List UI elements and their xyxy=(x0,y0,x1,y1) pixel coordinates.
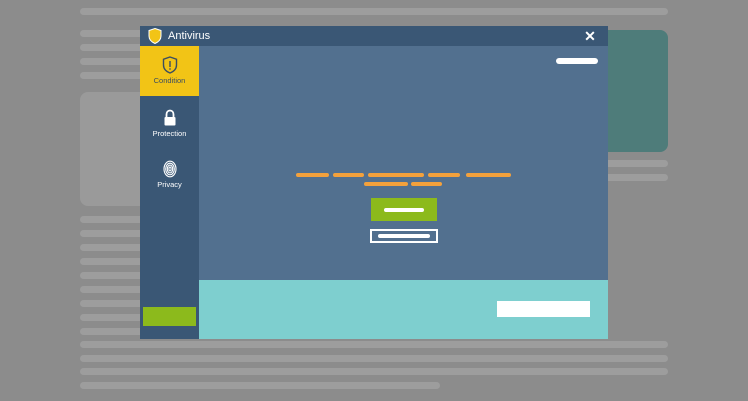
background-text-line xyxy=(80,8,668,15)
bottom-panel xyxy=(199,280,608,339)
message-text-placeholder xyxy=(411,182,442,186)
antivirus-window: Antivirus ✕ Condition Protection Privacy xyxy=(140,26,608,339)
background-text-line xyxy=(80,368,668,375)
background-text-line xyxy=(80,355,668,362)
close-button[interactable]: ✕ xyxy=(582,28,598,44)
sidebar-item-label: Privacy xyxy=(157,180,182,189)
message-text-placeholder xyxy=(368,173,424,177)
background-text-line xyxy=(80,382,440,389)
top-right-link[interactable] xyxy=(556,58,598,64)
main-content xyxy=(199,46,608,280)
button-label-placeholder xyxy=(384,208,424,212)
background-text-line xyxy=(600,174,668,181)
message-text-placeholder xyxy=(333,173,364,177)
message-text-placeholder xyxy=(428,173,460,177)
bottom-input-field[interactable] xyxy=(497,301,590,317)
sidebar-action-button[interactable] xyxy=(143,307,196,326)
background-teal-block xyxy=(600,30,668,152)
sidebar-item-label: Condition xyxy=(153,76,186,85)
shield-alert-icon xyxy=(162,56,178,74)
button-label-placeholder xyxy=(378,234,430,238)
fingerprint-icon xyxy=(163,160,177,178)
window-title: Antivirus xyxy=(168,30,211,42)
secondary-action-button[interactable] xyxy=(370,229,438,243)
title-bar: Antivirus ✕ xyxy=(140,26,608,46)
lock-icon xyxy=(164,109,176,126)
shield-icon xyxy=(148,28,162,44)
background-text-line xyxy=(600,160,668,167)
background-text-line xyxy=(80,341,668,348)
primary-action-button[interactable] xyxy=(371,198,437,221)
sidebar-item-protection[interactable]: Protection xyxy=(140,99,199,149)
sidebar-item-privacy[interactable]: Privacy xyxy=(140,150,199,200)
close-icon: ✕ xyxy=(584,28,596,44)
sidebar: Condition Protection Privacy xyxy=(140,46,199,339)
sidebar-item-condition[interactable]: Condition xyxy=(140,46,199,96)
message-text-placeholder xyxy=(296,173,329,177)
message-text-placeholder xyxy=(364,182,408,186)
message-text-placeholder xyxy=(466,173,511,177)
sidebar-item-label: Protection xyxy=(152,129,187,138)
